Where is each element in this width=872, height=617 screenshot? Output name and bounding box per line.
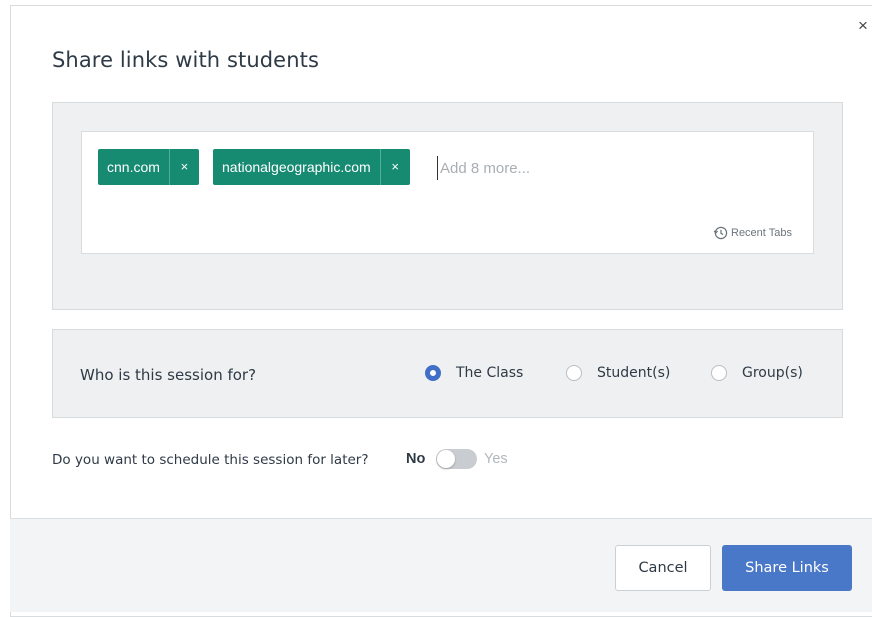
link-chip-label: cnn.com (107, 159, 160, 175)
close-icon[interactable]: × (858, 17, 868, 34)
recent-tabs-button[interactable]: Recent Tabs (713, 225, 792, 240)
radio-label: Group(s) (742, 365, 803, 381)
toggle-yes-label: Yes (484, 451, 508, 467)
toggle-no-label: No (406, 451, 426, 467)
radio-label: Student(s) (597, 365, 671, 381)
link-chip: nationalgeographic.com × (213, 149, 410, 185)
radio-groups[interactable]: Group(s) (711, 365, 803, 381)
radio-button[interactable] (566, 365, 582, 381)
link-chip-label: nationalgeographic.com (222, 159, 371, 175)
cancel-button[interactable]: Cancel (615, 545, 711, 591)
schedule-question: Do you want to schedule this session for… (52, 452, 369, 468)
remove-icon[interactable]: × (379, 149, 410, 185)
session-question: Who is this session for? (80, 366, 257, 384)
radio-button[interactable] (425, 365, 441, 381)
share-links-button[interactable]: Share Links (722, 545, 852, 591)
toggle-knob[interactable] (437, 450, 455, 468)
schedule-toggle[interactable] (436, 449, 477, 469)
add-link-input[interactable] (437, 156, 740, 180)
remove-icon[interactable]: × (168, 149, 199, 185)
radio-the-class[interactable]: The Class (425, 365, 523, 381)
radio-button[interactable] (711, 365, 727, 381)
history-icon (713, 226, 728, 240)
radio-label: The Class (456, 365, 524, 381)
link-chip: cnn.com × (98, 149, 199, 185)
radio-students[interactable]: Student(s) (566, 365, 670, 381)
recent-tabs-label: Recent Tabs (731, 226, 792, 239)
dialog-title: Share links with students (52, 48, 319, 72)
